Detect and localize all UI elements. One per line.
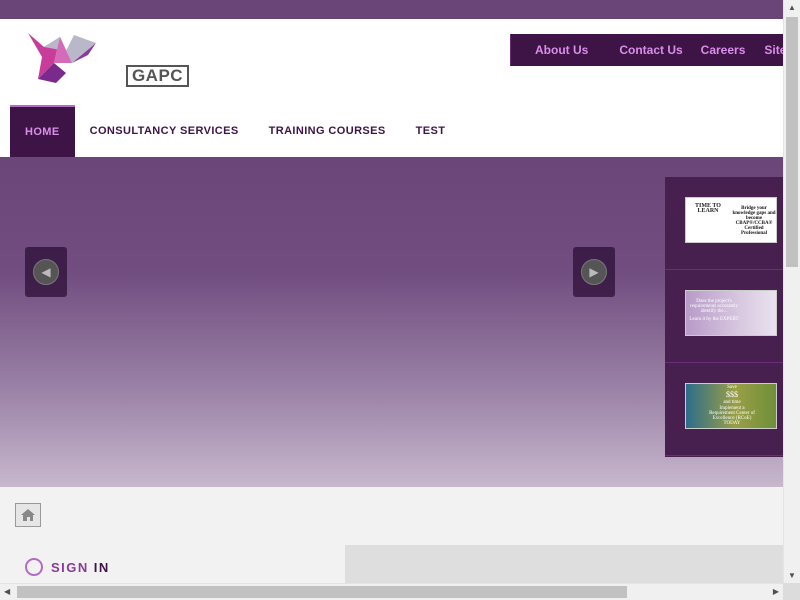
vertical-scrollbar[interactable]: ▲ ▼	[783, 0, 800, 583]
scroll-down-icon[interactable]: ▼	[788, 571, 796, 580]
thumbnail-text: TIME TO LEARN	[695, 203, 721, 214]
logo-graphic	[28, 33, 96, 83]
nav-item-consultancy-services[interactable]: CONSULTANCY SERVICES	[75, 105, 254, 157]
nav-item-home[interactable]: HOME	[10, 105, 75, 157]
top-bar	[0, 0, 783, 19]
top-link-contact-us[interactable]: Contact Us	[619, 43, 682, 57]
header: GAPC About Us Contact Us Careers Site HO…	[0, 19, 783, 157]
logo[interactable]: GAPC	[26, 33, 189, 87]
top-link-site[interactable]: Site	[764, 43, 783, 57]
ring-icon	[25, 558, 43, 576]
thumbnail-text: Learn it by the EXPERT	[689, 317, 739, 322]
top-link-careers[interactable]: Careers	[701, 43, 746, 57]
thumbnail-text: Bridge your knowledge gaps and become CB…	[732, 206, 776, 236]
sign-in-heading: SIGN IN	[25, 558, 110, 576]
nav-item-training-courses[interactable]: TRAINING COURSES	[254, 105, 401, 157]
arrow-right-icon: ▶	[581, 259, 607, 285]
arrow-left-icon: ◀	[33, 259, 59, 285]
slider-thumbnail-1[interactable]: TIME TO LEARN Bridge your knowledge gaps…	[665, 177, 783, 270]
top-link-about-us[interactable]: About Us	[535, 43, 588, 57]
sign-in-label-1: SIGN	[51, 559, 89, 575]
scroll-left-icon[interactable]: ◀	[4, 587, 10, 596]
thumbnail-text: Implement a Requirement Center of Excell…	[709, 406, 755, 426]
thumbnail-text: and time	[723, 400, 741, 405]
thumbnail-image: Save $$$ and time Implement a Requiremen…	[685, 383, 777, 429]
thumbnail-text: $$$	[726, 390, 738, 399]
main-nav: HOME CONSULTANCY SERVICES TRAINING COURS…	[10, 105, 460, 157]
top-links: About Us Contact Us Careers Site	[510, 34, 783, 66]
content-panel	[345, 545, 783, 585]
horizontal-scrollbar[interactable]: ◀ ▶	[0, 583, 783, 600]
vertical-scroll-thumb[interactable]	[786, 17, 798, 267]
sign-in-label-2: IN	[93, 559, 110, 575]
scroll-up-icon[interactable]: ▲	[788, 3, 796, 12]
scrollbar-corner	[783, 583, 800, 600]
horizontal-scroll-thumb[interactable]	[17, 586, 627, 598]
thumbnail-image: TIME TO LEARN Bridge your knowledge gaps…	[685, 197, 777, 243]
hero-slider: ◀ ▶ TIME TO LEARN Bridge your knowledge …	[0, 157, 783, 487]
slider-thumbnail-2[interactable]: Does the project's requirements accurate…	[665, 270, 783, 363]
home-icon[interactable]	[15, 503, 41, 527]
nav-item-test[interactable]: TEST	[401, 105, 461, 157]
slider-next-button[interactable]: ▶	[573, 247, 615, 297]
logo-text: GAPC	[126, 65, 189, 87]
slider-thumbnail-3[interactable]: Save $$$ and time Implement a Requiremen…	[665, 363, 783, 456]
slider-thumbnails: TIME TO LEARN Bridge your knowledge gaps…	[665, 177, 783, 457]
thumbnail-image: Does the project's requirements accurate…	[685, 290, 777, 336]
thumbnail-text: Does the project's requirements accurate…	[690, 299, 738, 314]
slider-prev-button[interactable]: ◀	[25, 247, 67, 297]
scroll-right-icon[interactable]: ▶	[773, 587, 779, 596]
